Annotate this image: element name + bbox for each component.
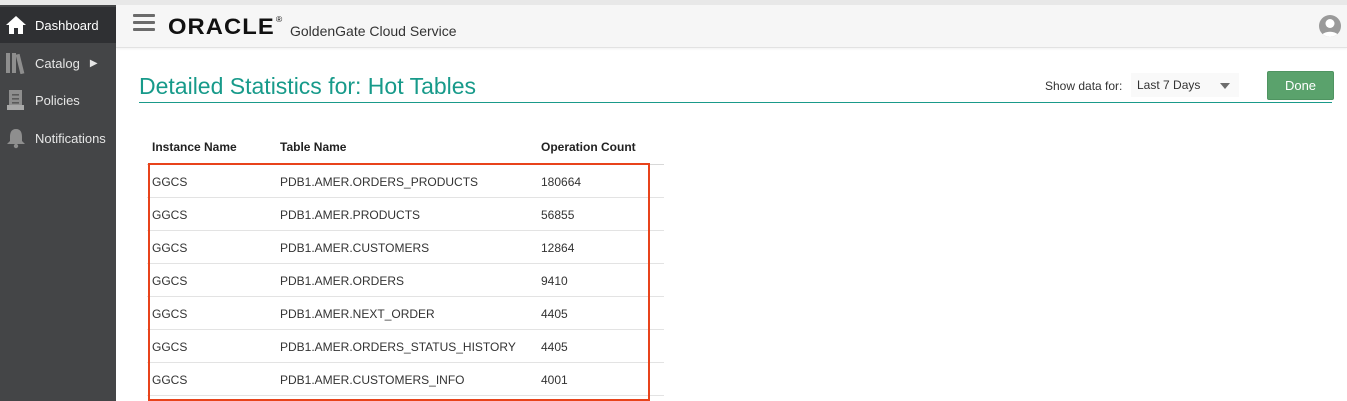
menu-icon[interactable]: [133, 14, 155, 32]
title-divider: [139, 102, 1332, 103]
catalog-icon: [4, 51, 28, 75]
sidebar-item-label: Dashboard: [35, 17, 99, 33]
date-range-select[interactable]: Last 7 Days: [1131, 73, 1239, 97]
cell-instance: GGCS: [152, 175, 188, 189]
cell-instance: GGCS: [152, 274, 188, 288]
column-header-table-name[interactable]: Table Name: [280, 140, 346, 154]
cell-operation-count: 180664: [541, 175, 582, 189]
logo-text: ORACLE: [168, 14, 275, 39]
cell-instance: GGCS: [152, 340, 188, 354]
hot-tables-table: Instance Name Table Name Operation Count…: [147, 130, 664, 396]
cell-operation-count: 4405: [541, 307, 568, 321]
table-row[interactable]: GGCS PDB1.AMER.CUSTOMERS 12864: [147, 231, 664, 264]
date-range-value: Last 7 Days: [1137, 78, 1201, 92]
table-row[interactable]: GGCS PDB1.AMER.CUSTOMERS_INFO 4001: [147, 363, 664, 396]
sidebar-item-dashboard[interactable]: Dashboard: [0, 7, 116, 43]
cell-table-name: PDB1.AMER.ORDERS_PRODUCTS: [280, 175, 479, 189]
cell-instance: GGCS: [152, 241, 188, 255]
table-header: Instance Name Table Name Operation Count: [147, 130, 664, 165]
table-row[interactable]: GGCS PDB1.AMER.PRODUCTS 56855: [147, 198, 664, 231]
cell-table-name: PDB1.AMER.NEXT_ORDER: [280, 307, 435, 321]
sidebar-item-notifications[interactable]: Notifications: [0, 120, 116, 156]
cell-table-name: PDB1.AMER.CUSTOMERS_INFO: [280, 373, 465, 387]
bell-icon: [4, 126, 28, 150]
column-header-instance[interactable]: Instance Name: [152, 140, 237, 154]
chevron-right-icon: ▶: [89, 57, 98, 69]
sidebar-item-policies[interactable]: Policies: [0, 82, 116, 118]
sidebar-item-catalog[interactable]: Catalog ▶: [0, 45, 116, 81]
cell-table-name: PDB1.AMER.PRODUCTS: [280, 208, 421, 222]
cell-operation-count: 56855: [541, 208, 575, 222]
sidebar-item-label: Catalog: [35, 55, 80, 71]
sidebar-item-label: Notifications: [35, 130, 106, 146]
oracle-logo: ORACLE®: [168, 14, 283, 40]
table-row[interactable]: GGCS PDB1.AMER.ORDERS_PRODUCTS 180664: [147, 165, 664, 198]
service-name: GoldenGate Cloud Service: [290, 23, 457, 39]
column-header-operation-count[interactable]: Operation Count: [541, 140, 636, 154]
user-avatar-icon[interactable]: [1319, 15, 1341, 37]
cell-operation-count: 4405: [541, 340, 568, 354]
table-row[interactable]: GGCS PDB1.AMER.ORDERS 9410: [147, 264, 664, 297]
cell-table-name: PDB1.AMER.CUSTOMERS: [280, 241, 430, 255]
table-row[interactable]: GGCS PDB1.AMER.NEXT_ORDER 4405: [147, 297, 664, 330]
page-title: Detailed Statistics for: Hot Tables: [139, 73, 477, 99]
cell-table-name: PDB1.AMER.ORDERS_STATUS_HISTORY: [280, 340, 516, 354]
caret-down-icon: [1220, 83, 1230, 89]
done-button[interactable]: Done: [1267, 71, 1334, 100]
cell-instance: GGCS: [152, 208, 188, 222]
cell-operation-count: 12864: [541, 241, 575, 255]
home-icon: [4, 13, 28, 37]
cell-operation-count: 9410: [541, 274, 568, 288]
registered-mark: ®: [275, 15, 284, 24]
sidebar-item-label: Policies: [35, 92, 80, 108]
cell-instance: GGCS: [152, 373, 188, 387]
top-header: ORACLE® GoldenGate Cloud Service: [116, 5, 1347, 48]
cell-operation-count: 4001: [541, 373, 568, 387]
cell-table-name: PDB1.AMER.ORDERS: [280, 274, 405, 288]
sidebar: Dashboard Catalog ▶ Policies Notificatio…: [0, 5, 116, 401]
cell-instance: GGCS: [152, 307, 188, 321]
show-data-label: Show data for:: [1045, 79, 1123, 93]
table-row[interactable]: GGCS PDB1.AMER.ORDERS_STATUS_HISTORY 440…: [147, 330, 664, 363]
policies-icon: [4, 88, 28, 112]
